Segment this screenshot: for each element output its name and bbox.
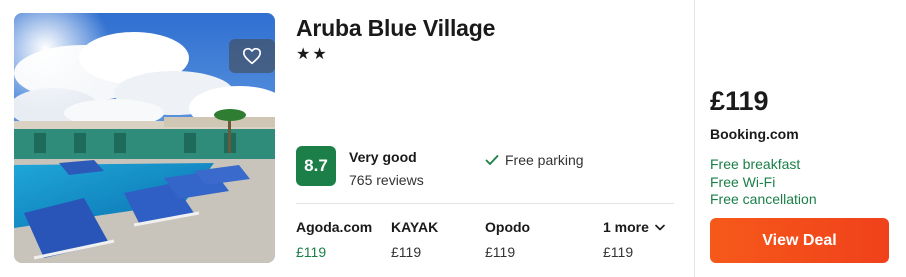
provider-price: £119 [485,244,516,260]
provider-agoda[interactable]: Agoda.com £119 [296,219,372,260]
heart-outline-icon [243,47,261,65]
provider-price: £119 [296,244,327,260]
provider-opodo[interactable]: Opodo £119 [485,219,530,260]
hotel-result-card: Aruba Blue Village ★★ 8.7 Very good 765 … [0,0,906,277]
provider-kayak[interactable]: KAYAK £119 [391,219,438,260]
hotel-name[interactable]: Aruba Blue Village [296,15,495,42]
best-price: £119 [710,86,769,116]
favorite-button[interactable] [229,39,275,73]
provider-name: Opodo [485,219,531,235]
best-price-provider: Booking.com [710,126,799,142]
perk-free-cancellation: Free cancellation [710,191,817,207]
view-deal-button[interactable]: View Deal [710,218,889,263]
divider [296,203,674,204]
provider-price: £119 [391,244,422,260]
more-providers-toggle[interactable]: 1 more [603,219,665,235]
perk-free-breakfast: Free breakfast [710,156,801,172]
provider-name: KAYAK [391,219,439,235]
provider-price: £119 [603,244,634,260]
provider-name: 1 more [603,219,649,235]
provider-name: Agoda.com [296,219,373,235]
star-rating: ★★ [296,46,329,63]
review-score-badge: 8.7 [296,146,336,186]
hotel-photo[interactable] [14,13,275,263]
chevron-down-icon [655,224,665,230]
perk-free-wifi: Free Wi-Fi [710,173,776,190]
rating-label: Very good [349,149,417,165]
review-count[interactable]: 765 reviews [349,172,424,188]
amenity-label: Free parking [505,152,584,168]
divider [694,0,695,277]
checkmark-icon [485,155,499,165]
amenity-free-parking: Free parking [485,152,584,168]
deal-perks: Free breakfast Free Wi-Fi Free cancellat… [710,156,817,209]
provider-more[interactable]: 1 more £119 [603,219,665,260]
